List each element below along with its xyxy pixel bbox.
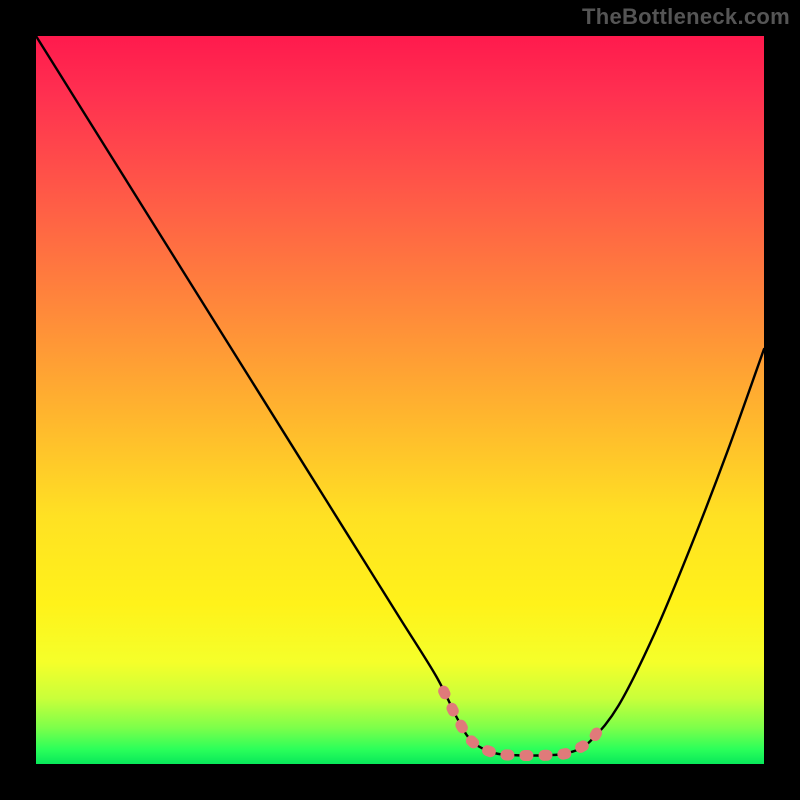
bottleneck-curve-path [36, 36, 764, 756]
watermark-text: TheBottleneck.com [582, 4, 790, 30]
highlight-segment-path [444, 691, 597, 755]
bottleneck-curve-svg [36, 36, 764, 764]
chart-frame: TheBottleneck.com [0, 0, 800, 800]
chart-plot-area [36, 36, 764, 764]
